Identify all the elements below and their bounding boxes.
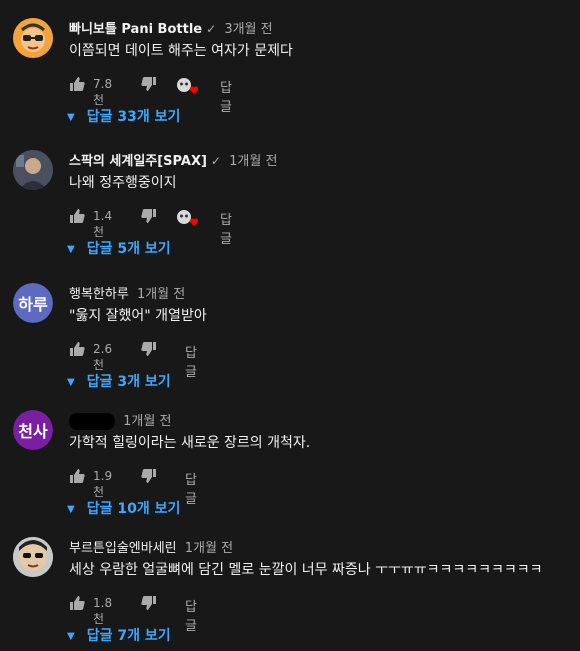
thumbs-down-icon[interactable] [141,208,157,224]
comment-text: 이쯤되면 데이트 해주는 여자가 문제다 [69,43,293,59]
creator-heart-icon [177,210,199,226]
comment-time[interactable]: 1개월 전 [229,154,277,169]
thumbs-down-icon[interactable] [141,595,157,611]
view-replies-label: 답글 33개 보기 [86,109,181,125]
view-replies-label: 답글 7개 보기 [86,628,171,644]
view-replies-label: 답글 3개 보기 [86,374,171,390]
sunglasses-face-avatar-icon [13,537,53,577]
reply-button[interactable]: 답글 [185,342,197,380]
avatar-letters: 천사 [13,410,53,450]
thumbs-down-icon[interactable] [141,341,157,357]
like-count: 2.6천 [93,342,113,372]
comment-text: 세상 우람한 얼굴뼈에 담긴 멜로 눈깔이 너무 짜증나 ㅜㅜㅠㅠㅋㅋㅋㅋㅋㅋㅋ… [69,562,543,578]
author-name[interactable]: 행복한하루 [69,287,129,302]
comment-time[interactable]: 3개월 전 [224,22,272,37]
view-replies-button[interactable]: ▼ 답글 7개 보기 [67,625,171,645]
view-replies-label: 답글 5개 보기 [86,241,171,257]
caret-down-icon: ▼ [67,376,75,388]
caret-down-icon: ▼ [67,111,75,123]
view-replies-button[interactable]: ▼ 답글 10개 보기 [67,498,180,518]
comment-header: 스팍의 세계일주[SPAX] ✓ 1개월 전 [69,150,277,169]
caret-down-icon: ▼ [67,503,75,515]
thumbs-up-icon[interactable] [69,208,85,224]
comment-text: 나왜 정주행중이지 [69,175,177,191]
like-count: 7.8천 [93,77,113,107]
avatar[interactable]: 하루 [13,283,53,323]
avatar[interactable] [13,537,53,577]
comment-time[interactable]: 1개월 전 [123,414,171,429]
thumbs-up-icon[interactable] [69,76,85,92]
avatar-text: 천사 [18,422,48,441]
reply-button[interactable]: 답글 [185,469,197,507]
view-replies-button[interactable]: ▼ 답글 3개 보기 [67,371,171,391]
avatar[interactable] [13,150,53,190]
thumbs-up-icon[interactable] [69,341,85,357]
thumbs-up-icon[interactable] [69,468,85,484]
caret-down-icon: ▼ [67,243,75,255]
verified-check-icon: ✓ [210,154,221,168]
comment-header: 부르튼입술엔바세린 1개월 전 [69,537,233,556]
thumbs-down-icon[interactable] [141,468,157,484]
redacted-author-name[interactable] [69,413,115,430]
verified-check-icon: ✓ [206,22,217,36]
reply-button[interactable]: 답글 [220,77,232,115]
author-name[interactable]: 부르튼입술엔바세린 [69,541,177,556]
creator-heart-icon [177,78,199,94]
person-photo-avatar-icon [13,150,53,190]
comment-time[interactable]: 1개월 전 [185,541,233,556]
comment-header: 행복한하루 1개월 전 [69,283,185,302]
comment-time[interactable]: 1개월 전 [137,287,185,302]
comment-header: 1개월 전 [69,410,171,430]
caret-down-icon: ▼ [67,630,75,642]
cartoon-face-avatar-icon [13,18,53,58]
avatar[interactable] [13,18,53,58]
reply-button[interactable]: 답글 [220,209,232,247]
avatar[interactable]: 천사 [13,410,53,450]
view-replies-button[interactable]: ▼ 답글 5개 보기 [67,238,171,258]
comment-header: 빠니보틀 Pani Bottle ✓ 3개월 전 [69,18,273,37]
avatar-text: 하루 [18,295,48,314]
thumbs-up-icon[interactable] [69,595,85,611]
like-count: 1.9천 [93,469,113,499]
author-name[interactable]: 빠니보틀 Pani Bottle [69,22,202,37]
thumbs-down-icon[interactable] [141,76,157,92]
view-replies-label: 답글 10개 보기 [86,501,181,517]
view-replies-button[interactable]: ▼ 답글 33개 보기 [67,106,180,126]
like-count: 1.4천 [93,209,113,239]
reply-button[interactable]: 답글 [185,596,197,634]
author-name[interactable]: 스팍의 세계일주[SPAX] [69,154,207,169]
comment-text: 가학적 힐링이라는 새로운 장르의 개척자. [69,435,311,451]
comment-text: "욿지 잘했어" 개열받아 [69,308,207,324]
avatar-letters: 하루 [13,283,53,323]
like-count: 1.8천 [93,596,113,626]
